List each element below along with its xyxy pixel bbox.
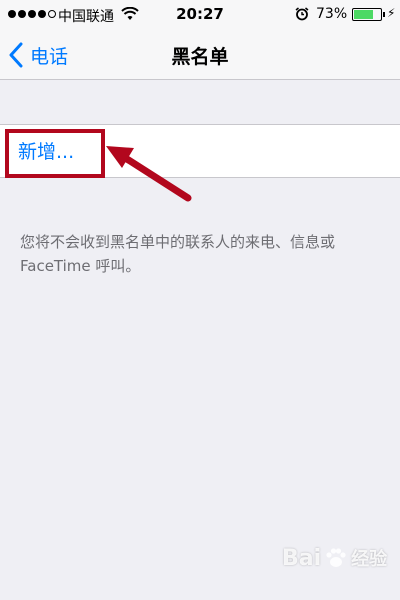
battery-nub: [383, 12, 385, 17]
battery-percent: 73%: [316, 6, 348, 22]
alarm-icon: [295, 7, 309, 21]
paw-logo-icon: [326, 548, 346, 567]
battery-icon: [352, 8, 382, 21]
blocklist-screen: 中国联通 20:27 73% ⚡ 电话 黑名单 新增... 您将不会收到黑名单中…: [0, 0, 400, 600]
blocklist-description: 您将不会收到黑名单中的联系人的来电、信息或 FaceTime 呼叫。: [20, 233, 336, 275]
charging-icon: ⚡: [387, 6, 396, 20]
watermark-text-left: Bai: [282, 545, 322, 571]
watermark-text-right: 经验: [351, 549, 388, 570]
annotation-arrow-icon: [106, 146, 192, 202]
annotation-highlight-box: [5, 129, 105, 178]
page-title: 黑名单: [171, 46, 229, 68]
baidu-watermark: Bai 经验: [282, 545, 387, 571]
status-bar: 中国联通 20:27 73% ⚡: [0, 0, 400, 30]
navigation-bar: 电话 黑名单: [0, 30, 400, 80]
